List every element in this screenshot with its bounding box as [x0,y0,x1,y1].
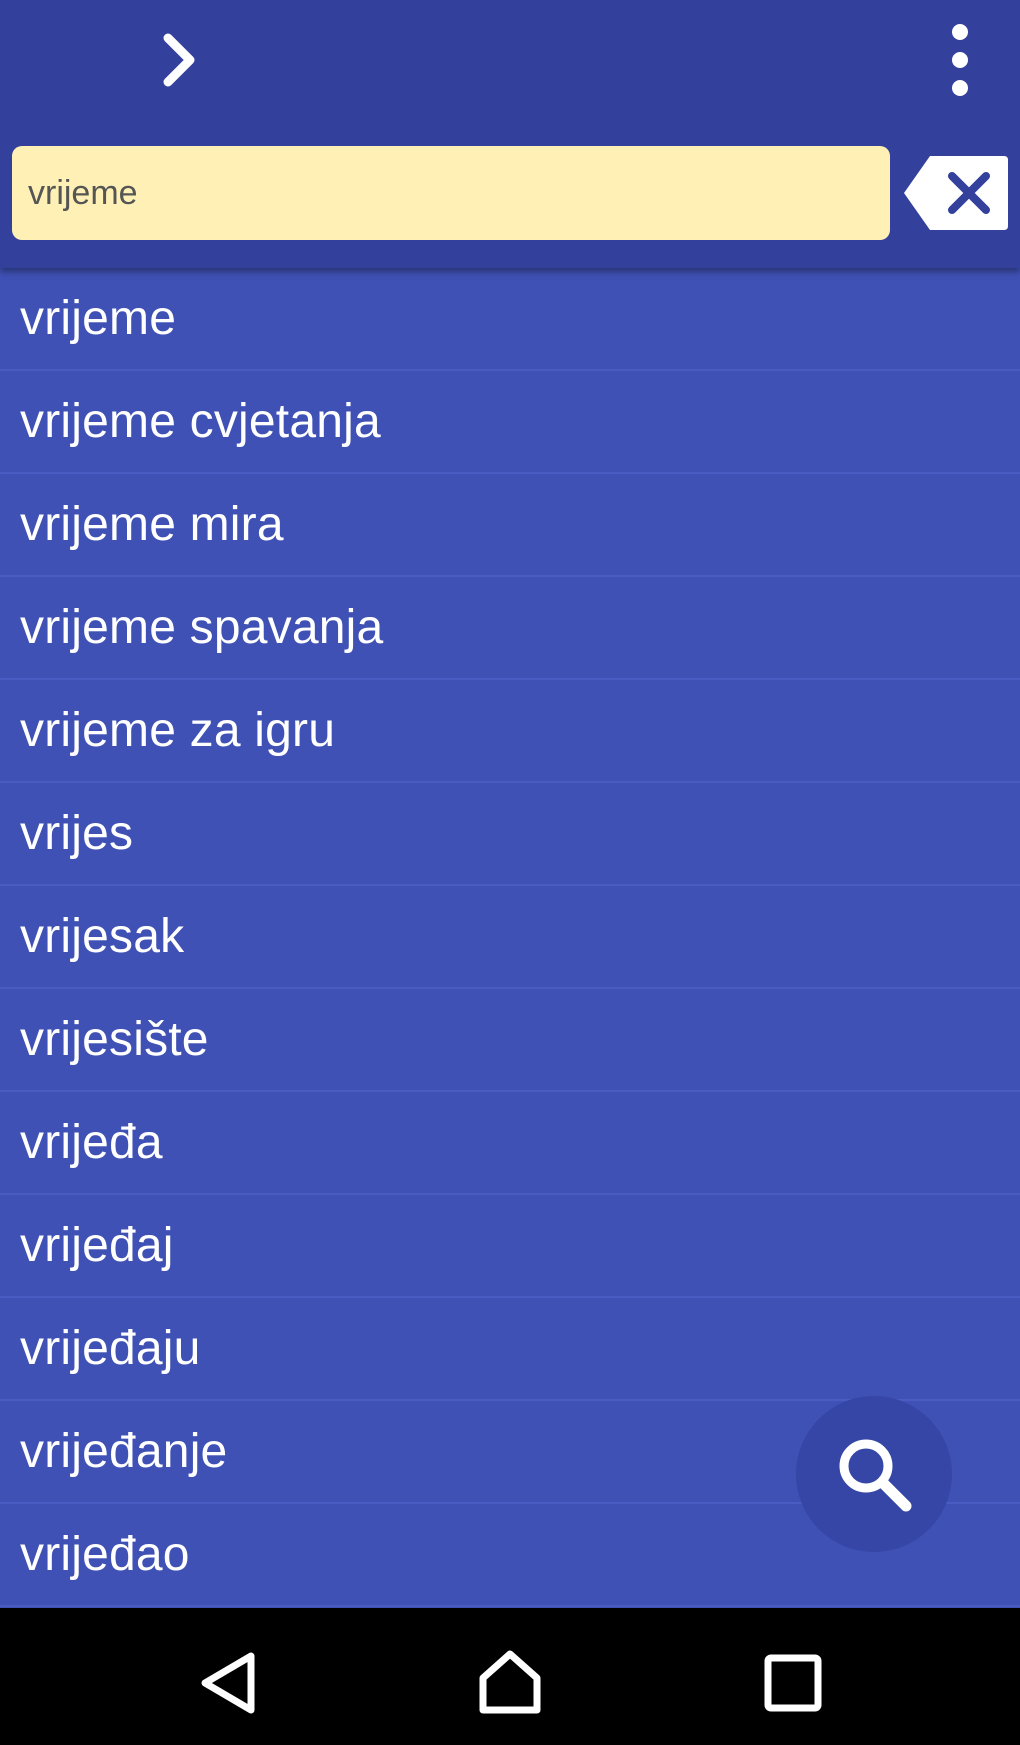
list-item[interactable]: vrijesište [0,989,1020,1092]
list-item[interactable]: vrijeđa [0,1092,1020,1195]
search-input[interactable]: vrijeme [12,146,890,240]
list-item-label: vrijesak [20,910,185,963]
square-recents-icon[interactable] [758,1648,828,1718]
list-item-label: vrijeme za igru [20,704,336,757]
list-item-label: vrijeđanje [20,1425,228,1478]
app-bar: vrijeme [0,0,1020,268]
list-item[interactable]: vrijeme za igru [0,680,1020,783]
list-item-label: vrijeđaj [20,1219,174,1272]
search-fab-button[interactable] [796,1396,952,1552]
list-item-label: vrijeme mira [20,498,284,551]
list-item[interactable]: vrijes [0,783,1020,886]
list-item[interactable]: vrijeme [0,268,1020,371]
search-icon [839,1439,912,1512]
search-input-value: vrijeme [28,173,138,212]
list-item-label: vrijes [20,807,134,860]
home-icon[interactable] [475,1648,545,1718]
backspace-clear-icon[interactable] [900,152,1012,234]
system-nav-bar [0,1608,1020,1745]
list-item-label: vrijeme cvjetanja [20,395,381,448]
list-item-label: vrijeme [20,292,177,345]
list-item[interactable]: vrijeđaj [0,1195,1020,1298]
chevron-right-icon[interactable] [150,30,210,90]
list-item-label: vrijesište [20,1013,209,1066]
list-item[interactable]: vrijeđaju [0,1298,1020,1401]
list-item-label: vrijeme spavanja [20,601,384,654]
list-item[interactable]: vrijeme spavanja [0,577,1020,680]
list-item[interactable]: vrijeme cvjetanja [0,371,1020,474]
list-item[interactable]: vrijeme mira [0,474,1020,577]
more-vert-icon[interactable] [930,20,990,100]
list-item-label: vrijeđaju [20,1322,201,1375]
list-item-label: vrijeđao [20,1528,190,1581]
triangle-back-icon[interactable] [195,1648,265,1718]
list-item[interactable]: vrijesak [0,886,1020,989]
dictionary-screen: vrijeme vrijeme vrijeme cvjetanja vrijeme … [0,0,1020,1745]
list-item-label: vrijeđa [20,1116,163,1169]
